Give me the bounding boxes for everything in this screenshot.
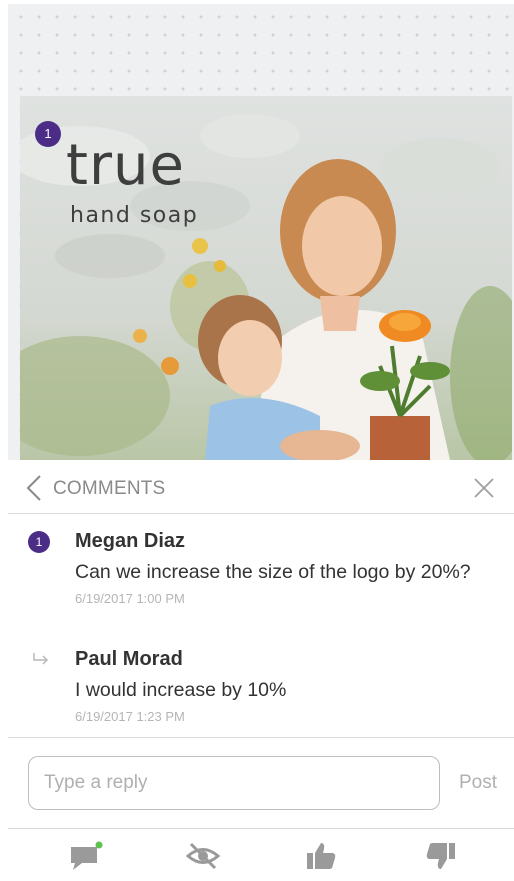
comments-title: COMMENTS: [53, 478, 166, 499]
comment-number-badge: 1: [28, 531, 50, 553]
logo-wordmark: true: [66, 133, 185, 198]
comment-icon[interactable]: [70, 841, 104, 871]
thumbs-up-icon[interactable]: [305, 841, 339, 871]
active-dot: [95, 841, 103, 849]
thumbs-down-icon[interactable]: [423, 841, 457, 871]
divider: [8, 737, 514, 738]
chevron-left-icon[interactable]: [22, 474, 46, 502]
comment-timestamp: 6/19/2017 1:00 PM: [75, 591, 185, 606]
comment-text: Can we increase the size of the logo by …: [75, 561, 471, 583]
comment-author: Megan Diaz: [75, 530, 186, 552]
comment-timestamp: 6/19/2017 1:23 PM: [75, 709, 185, 724]
comments-header: COMMENTS: [8, 462, 514, 514]
hide-icon[interactable]: [186, 841, 220, 871]
comment-text: I would increase by 10%: [75, 679, 287, 701]
close-icon[interactable]: [472, 476, 496, 500]
comment-pin-marker[interactable]: 1: [35, 121, 61, 147]
logo-tagline: hand soap: [70, 203, 199, 228]
post-button[interactable]: Post: [459, 772, 497, 794]
reply-arrow-icon: [33, 653, 49, 665]
bottom-toolbar: [8, 829, 514, 881]
reply-input[interactable]: [28, 756, 440, 810]
comment-author: Paul Morad: [75, 648, 183, 670]
